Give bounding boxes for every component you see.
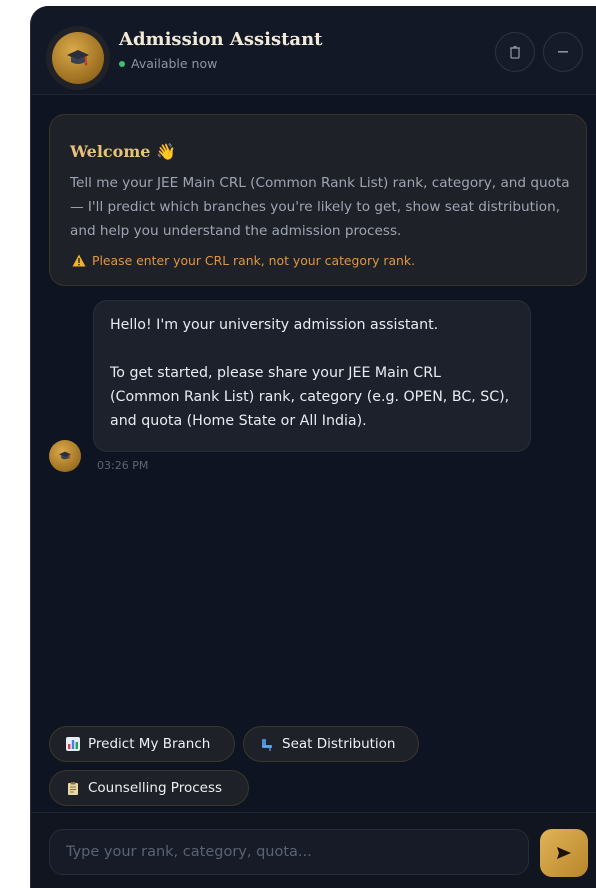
warning-text: Please enter your CRL rank, not your cat… [92, 253, 416, 268]
assistant-avatar [52, 32, 104, 84]
assistant-message-bubble: Hello! I'm your university admission ass… [93, 300, 531, 452]
warning-icon [72, 254, 86, 267]
trash-icon [510, 46, 520, 59]
send-icon [557, 847, 571, 859]
message-avatar [49, 440, 81, 472]
status-text: Available now [131, 56, 218, 71]
minimize-icon [558, 51, 568, 53]
welcome-text: Tell me your JEE Main CRL (Common Rank L… [70, 175, 570, 239]
welcome-title: Welcome 👋 [70, 142, 176, 161]
quick-action-predict-branch[interactable]: Predict My Branch [49, 726, 235, 762]
graduation-cap-icon [59, 451, 71, 460]
composer [31, 812, 596, 888]
send-button[interactable] [540, 829, 588, 877]
chat-title: Admission Assistant [119, 29, 323, 50]
chip-label: Predict My Branch [88, 736, 211, 752]
bar-chart-icon [66, 737, 80, 751]
warning-note: Please enter your CRL rank, not your cat… [72, 253, 415, 268]
welcome-heading: Welcome [70, 142, 151, 161]
seat-icon [260, 737, 274, 751]
chip-label: Counselling Process [88, 780, 223, 796]
message-input[interactable] [49, 829, 529, 875]
quick-action-seat-distribution[interactable]: Seat Distribution [243, 726, 419, 762]
chat-widget: Admission Assistant Available now Welcom… [31, 6, 596, 888]
clear-chat-button[interactable] [495, 32, 535, 72]
graduation-cap-icon [67, 50, 89, 66]
quick-action-counselling-process[interactable]: Counselling Process [49, 770, 249, 806]
status-indicator: Available now [119, 56, 217, 71]
chat-header: Admission Assistant Available now [31, 6, 596, 95]
message-line-2: To get started, please share your JEE Ma… [110, 365, 510, 429]
clipboard-icon [66, 781, 80, 795]
message-timestamp: 03:26 PM [97, 459, 149, 472]
chip-label: Seat Distribution [282, 736, 396, 752]
welcome-card: Welcome 👋 Tell me your JEE Main CRL (Com… [49, 114, 587, 286]
wave-icon: 👋 [156, 142, 176, 161]
message-line-1: Hello! I'm your university admission ass… [110, 317, 439, 333]
online-dot [119, 60, 125, 67]
minimize-button[interactable] [543, 32, 583, 72]
